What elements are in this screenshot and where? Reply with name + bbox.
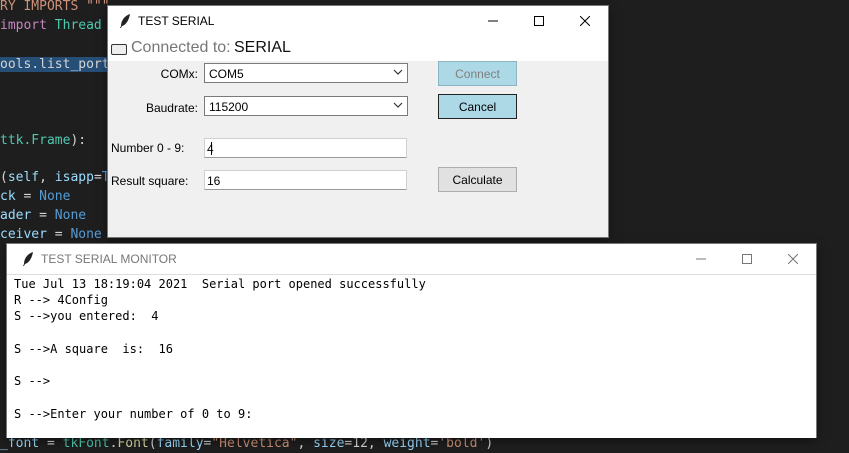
monitor-line: S -->Enter your number of 0 to 9:	[14, 406, 253, 421]
close-icon	[580, 16, 590, 26]
code-token: weight	[383, 436, 431, 451]
calculate-button[interactable]: Calculate	[438, 167, 517, 192]
code-token: size	[313, 436, 345, 451]
code-token: =	[93, 170, 102, 185]
code-line: RY IMPORTS """	[0, 0, 110, 16]
code-token: import	[0, 18, 47, 33]
connection-status-bar: Connected to: SERIAL	[108, 36, 608, 61]
baudrate-value: 115200	[209, 100, 249, 114]
code-token: ,	[297, 436, 314, 451]
minimize-button[interactable]	[470, 6, 516, 36]
monitor-line: S -->A square is: 16	[14, 341, 173, 356]
code-token: tkFont	[62, 436, 110, 451]
comx-value: COM5	[209, 67, 244, 81]
code-token: ools.list_ports	[0, 57, 118, 72]
code-token: RY IMPORTS """	[0, 0, 110, 14]
feather-icon	[23, 252, 33, 266]
monitor-line: S -->you entered: 4	[14, 309, 159, 324]
maximize-icon	[742, 254, 752, 264]
keyboard-icon	[111, 44, 127, 55]
code-token: (	[0, 170, 8, 185]
connect-label: Connect	[455, 66, 500, 81]
code-token: 'bold'	[438, 436, 486, 451]
code-line: import Thread	[0, 16, 102, 35]
status-value: SERIAL	[234, 39, 291, 56]
cancel-label: Cancel	[458, 99, 497, 114]
code-token: ader	[0, 208, 32, 223]
monitor-text-area[interactable]: Tue Jul 13 18:19:04 2021 Serial port ope…	[7, 274, 816, 438]
status-label: Connected to:	[131, 39, 231, 56]
number-label: Number 0 - 9:	[111, 141, 185, 155]
comx-label: COMx:	[160, 67, 198, 81]
window-title: TEST SERIAL MONITOR	[41, 252, 177, 266]
code-token: "Helvetica"	[211, 436, 298, 451]
code-token: =	[31, 208, 55, 223]
close-icon	[788, 254, 798, 264]
code-line: ttk.Frame):	[0, 131, 86, 150]
code-token: Font	[117, 436, 149, 451]
code-token: =	[15, 189, 40, 204]
comx-select[interactable]: COM5	[204, 63, 408, 83]
code-token: None	[39, 189, 71, 204]
code-token: None	[54, 208, 87, 223]
minimize-icon	[696, 258, 706, 260]
baudrate-select[interactable]: 115200	[204, 96, 408, 116]
chevron-down-icon	[393, 102, 403, 108]
test-serial-window: TEST SERIAL Connected to: SERIAL COMx: C…	[108, 6, 608, 237]
minimize-button[interactable]	[678, 244, 724, 274]
code-token: =	[39, 436, 63, 451]
code-token: =	[46, 227, 71, 242]
code-line: (self, isapp=T	[0, 168, 110, 187]
code-token: (	[148, 436, 157, 451]
code-token: ttk.Frame	[0, 133, 71, 148]
code-token: ):	[70, 133, 87, 148]
code-token: None	[70, 227, 102, 242]
feather-icon	[120, 14, 130, 28]
result-label: Result square:	[111, 174, 189, 188]
text-caret	[211, 142, 212, 155]
code-token: ck	[0, 189, 16, 204]
chevron-down-icon	[393, 69, 403, 75]
code-token: )	[485, 436, 494, 451]
code-token: ,	[39, 170, 55, 185]
code-token: _font	[0, 436, 40, 451]
result-value: 16	[207, 174, 221, 188]
code-line: ools.list_ports	[0, 55, 118, 74]
baudrate-label: Baudrate:	[145, 101, 198, 115]
result-field[interactable]: 16	[204, 170, 407, 190]
maximize-button[interactable]	[724, 244, 770, 274]
calculate-label: Calculate	[452, 172, 503, 187]
code-line: ader = None	[0, 206, 86, 225]
title-bar: TEST SERIAL MONITOR	[7, 244, 816, 274]
window-title: TEST SERIAL	[138, 14, 215, 28]
code-token: ceiver	[0, 227, 47, 242]
monitor-line: S -->	[14, 374, 51, 389]
title-bar: TEST SERIAL	[108, 6, 608, 36]
code-line: ceiver = None	[0, 225, 102, 244]
code-token: =12,	[344, 436, 384, 451]
serial-monitor-window: TEST SERIAL MONITOR Tue Jul 13 18:19:04 …	[7, 244, 816, 438]
maximize-button[interactable]	[516, 6, 562, 36]
code-line: ck = None	[0, 187, 70, 206]
monitor-line: Tue Jul 13 18:19:04 2021 Serial port ope…	[14, 277, 426, 291]
code-token: Thread	[54, 18, 102, 33]
monitor-line: R --> 4Config	[14, 293, 108, 308]
code-token: isapp	[54, 170, 94, 185]
code-token: self	[7, 170, 40, 185]
number-input[interactable]: 4	[204, 138, 407, 158]
cancel-button[interactable]: Cancel	[438, 94, 517, 119]
code-token: family	[156, 436, 204, 451]
maximize-icon	[534, 16, 544, 26]
close-button[interactable]	[562, 6, 608, 36]
connect-button[interactable]: Connect	[438, 61, 517, 86]
minimize-icon	[488, 20, 498, 22]
close-button[interactable]	[770, 244, 816, 274]
